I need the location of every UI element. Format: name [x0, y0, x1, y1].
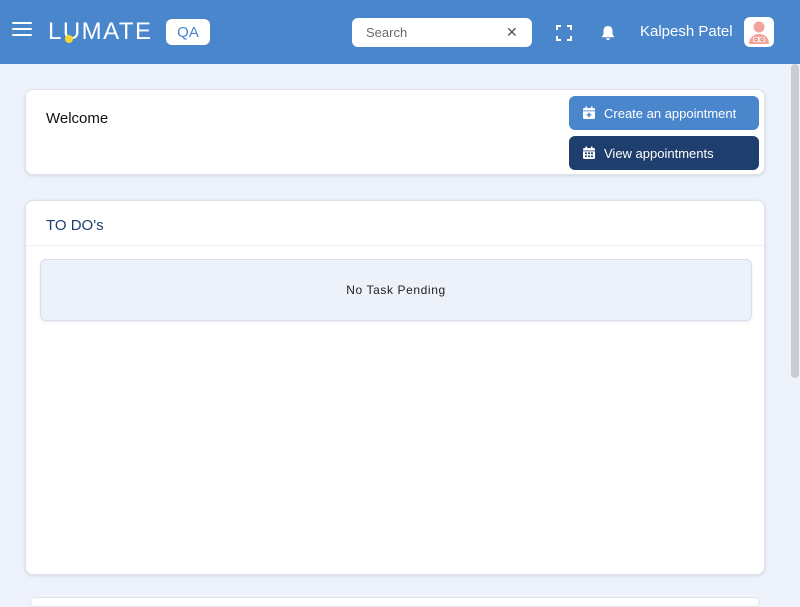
search-box: ✕	[352, 18, 532, 47]
create-appointment-label: Create an appointment	[604, 105, 737, 121]
top-navbar: LUMATE QA ✕ Kalpesh Patel	[0, 0, 800, 64]
todo-header: TO DO's	[26, 201, 764, 246]
empty-tasks-message: No Task Pending	[40, 259, 752, 321]
welcome-card: Welcome Create an appointment View appoi…	[25, 89, 765, 175]
bell-icon[interactable]	[599, 24, 617, 42]
logo-dot	[65, 35, 73, 43]
todo-card: TO DO's No Task Pending	[25, 200, 765, 575]
search-input[interactable]	[366, 25, 506, 40]
calendar-plus-icon	[583, 106, 595, 119]
empty-tasks-text: No Task Pending	[346, 283, 446, 297]
avatar-icon[interactable]	[744, 17, 774, 47]
menu-icon[interactable]	[12, 22, 32, 42]
welcome-title: Welcome	[46, 110, 109, 127]
scroll-thumb[interactable]	[791, 64, 799, 378]
fullscreen-icon[interactable]	[556, 25, 572, 41]
brand-name: LUMATE	[48, 18, 153, 45]
page-scrollbar[interactable]	[791, 64, 800, 600]
view-appointments-label: View appointments	[604, 145, 714, 161]
create-appointment-button[interactable]: Create an appointment	[569, 96, 759, 130]
environment-badge: QA	[166, 19, 210, 45]
view-appointments-button[interactable]: View appointments	[569, 136, 759, 170]
close-icon[interactable]: ✕	[506, 24, 520, 40]
user-name[interactable]: Kalpesh Patel	[640, 23, 733, 40]
next-card-edge	[30, 597, 760, 607]
calendar-icon	[583, 146, 595, 159]
todo-title: TO DO's	[46, 217, 104, 234]
brand-logo[interactable]: LUMATE	[48, 18, 153, 46]
